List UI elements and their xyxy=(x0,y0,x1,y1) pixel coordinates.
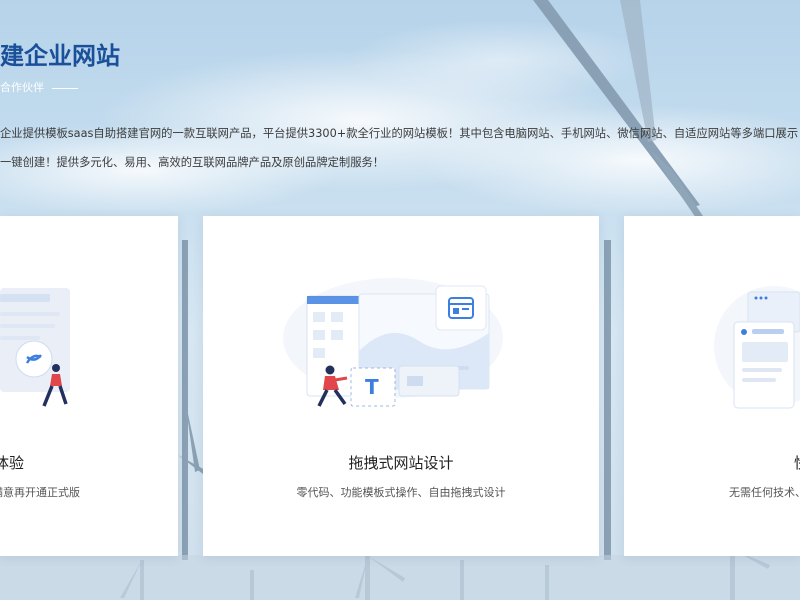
text-tool-icon: T xyxy=(350,367,396,407)
card-title-drag-design: 拖拽式网站设计 xyxy=(348,454,454,472)
layout-widget-icon xyxy=(435,285,487,331)
card-desc-fast: 无需任何技术、 xyxy=(729,486,800,499)
intro-paragraph: 企业提供模板saas自助搭建官网的一款互联网产品，平台提供3300+款全行业的网… xyxy=(0,119,800,177)
drag-design-illustration: T xyxy=(283,278,503,407)
fast-illustration xyxy=(714,286,800,409)
link-icon xyxy=(15,340,53,378)
svg-text:T: T xyxy=(365,375,379,399)
card-desc-trial: 满意再开通正式版 xyxy=(0,486,80,499)
feature-card-drag-design[interactable]: T 拖拽式网站设计 零代码、功能模板式操作、自由拖拽式设计 xyxy=(203,216,599,556)
subtitle-text: 合作伙伴 xyxy=(0,81,44,94)
subtitle-divider xyxy=(52,87,78,89)
card-title-trial: 体验 xyxy=(0,454,25,472)
trial-illustration xyxy=(0,288,70,407)
feature-card-fast[interactable]: 快 无需任何技术、 xyxy=(624,216,800,556)
page-title: 建企业网站 xyxy=(0,42,120,70)
feature-card-trial[interactable]: 体验 满意再开通正式版 xyxy=(0,216,178,556)
card-desc-drag-design: 零代码、功能模板式操作、自由拖拽式设计 xyxy=(296,486,506,499)
intro-line-1: 企业提供模板saas自助搭建官网的一款互联网产品，平台提供3300+款全行业的网… xyxy=(0,127,799,140)
card-title-fast: 快 xyxy=(794,452,800,473)
page-subtitle: 合作伙伴 xyxy=(0,79,78,95)
intro-line-2: 一键创建！提供多元化、易用、高效的互联网品牌产品及原创品牌定制服务！ xyxy=(0,156,385,169)
